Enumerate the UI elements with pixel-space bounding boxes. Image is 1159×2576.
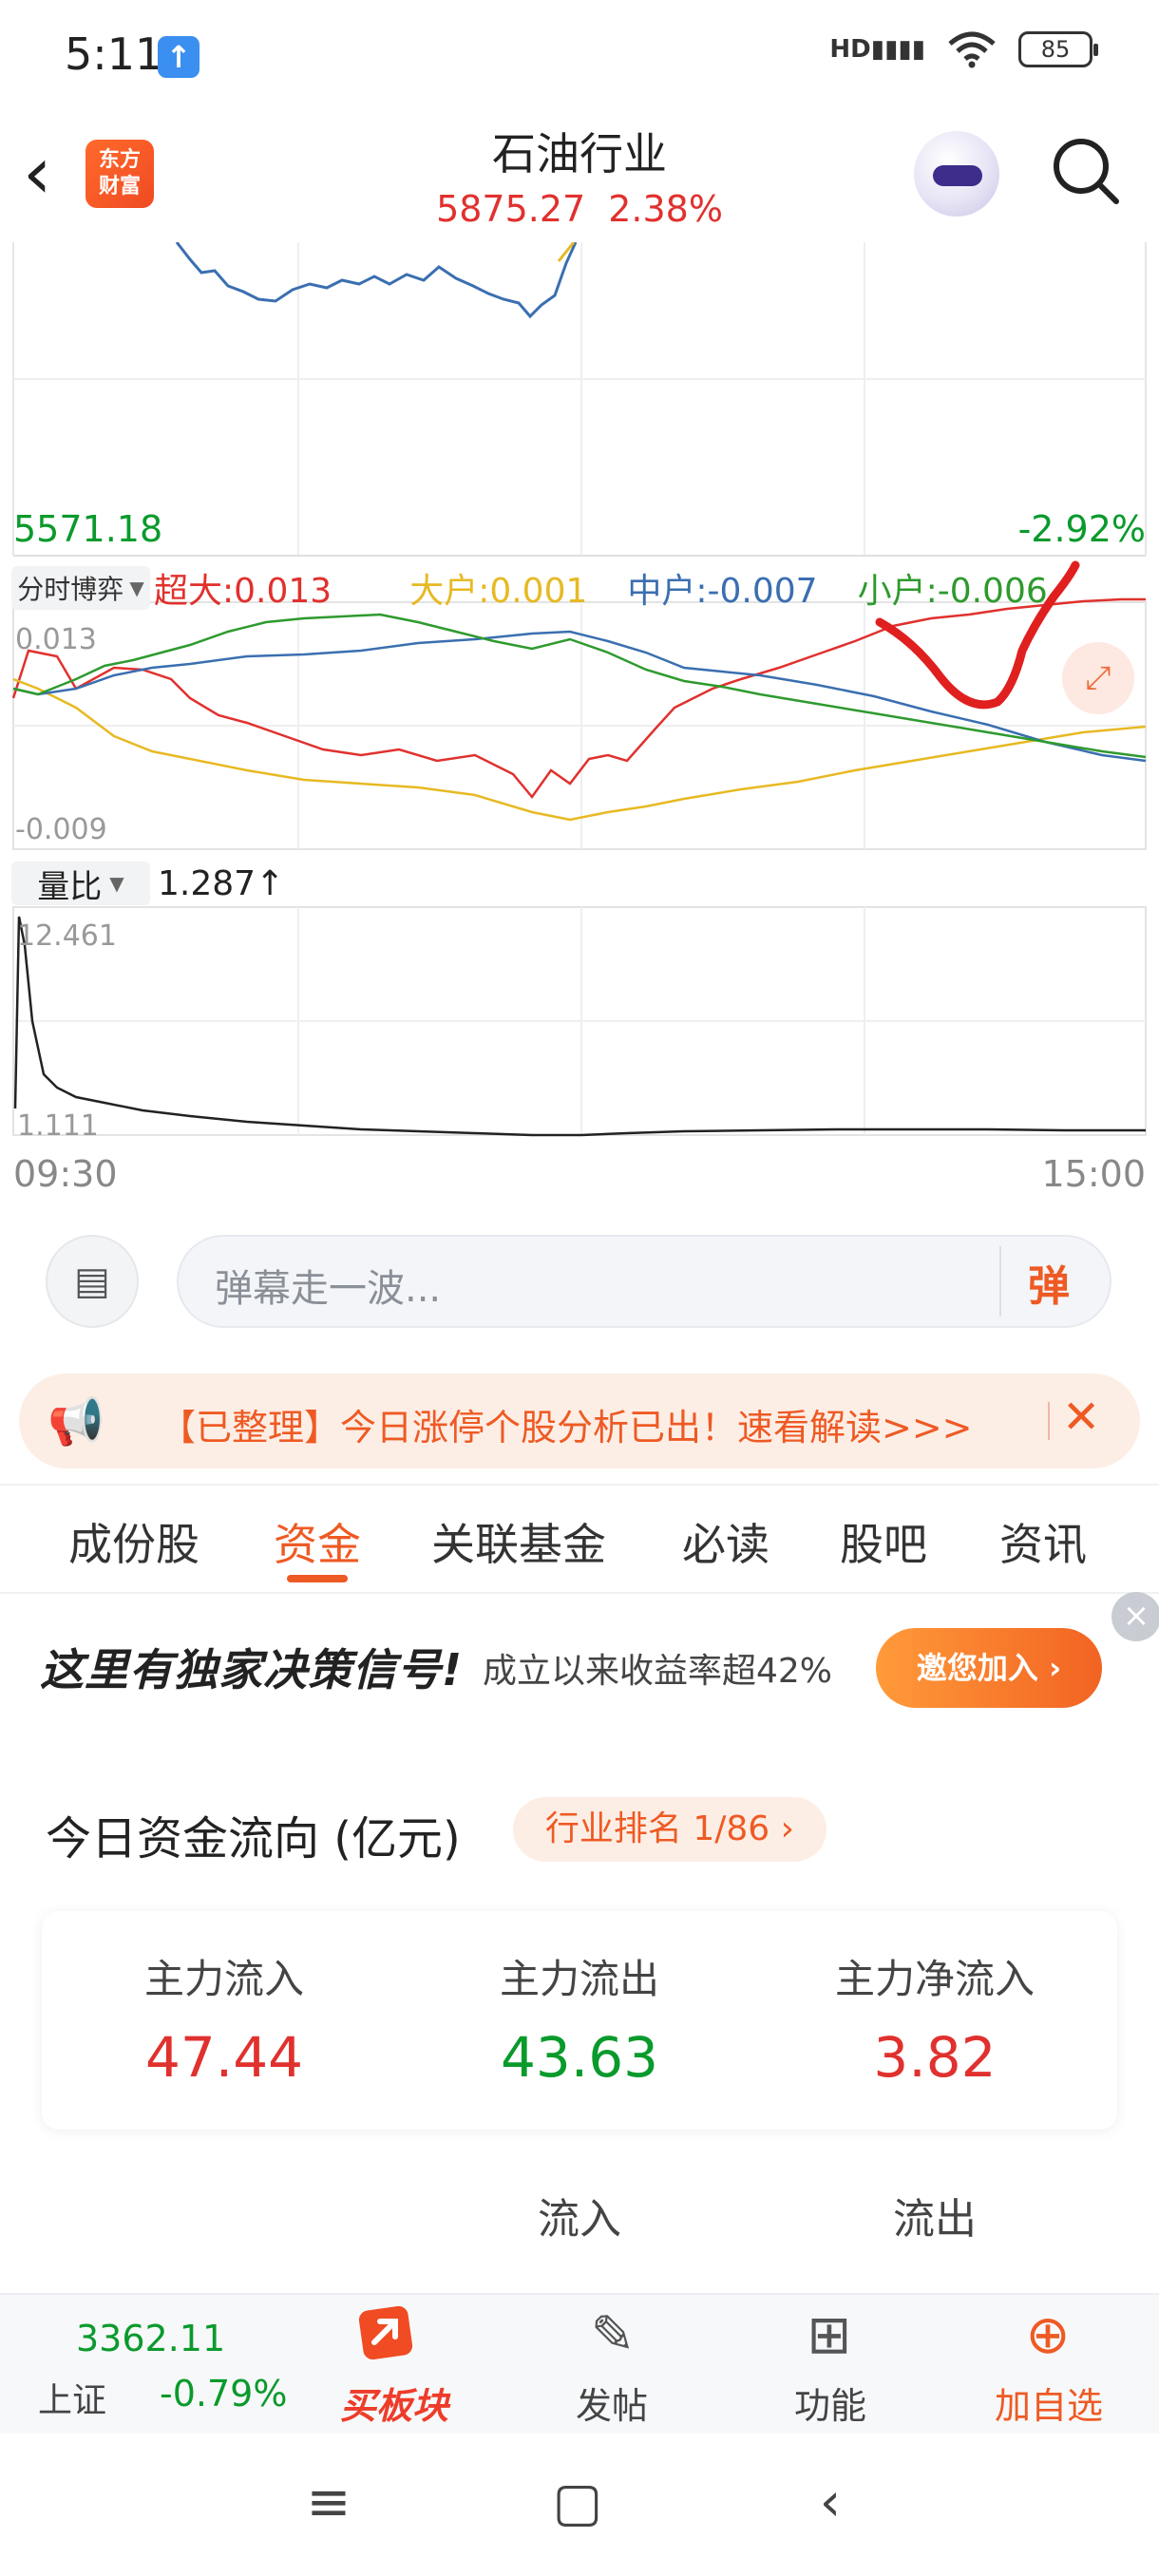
fund-axis-min: -0.009 (15, 813, 107, 846)
fund-mode-select[interactable]: 分时博弈 ▼ (11, 566, 150, 610)
wifi-icon (948, 31, 996, 68)
dropdown-arrow-icon: ▼ (129, 577, 144, 599)
main-inflow-value: 47.44 (144, 2025, 304, 2090)
volume-mode-select[interactable]: 量比 ▼ (11, 862, 150, 906)
capital-flow-card (42, 1911, 1117, 2130)
section-title: 今日资金流向 (亿元) (46, 1812, 461, 1866)
danmu-settings-icon[interactable]: ▤ (46, 1235, 139, 1328)
apps-grid-icon[interactable]: ⊞ (796, 2302, 863, 2369)
home-icon[interactable]: ▢ (540, 2470, 616, 2536)
volume-axis-min: 1.111 (17, 1109, 99, 1143)
up-arrow-icon: ↑ (256, 863, 285, 903)
legend-small: 小户:-0.006 (857, 572, 1048, 611)
small-series-line (12, 613, 1147, 759)
status-time: 5:11 (65, 28, 163, 80)
fund-legend: 分时博弈 ▼ 超大:0.013 大户:0.001 中户:-0.007 小户:-0… (11, 564, 1151, 612)
tab-forum[interactable]: 股吧 (840, 1510, 927, 1573)
ad-subtitle: 成立以来收益率超42% (483, 1652, 833, 1691)
index-name[interactable]: 上证 (38, 2373, 106, 2422)
index-value[interactable]: 3362.11 (76, 2318, 225, 2359)
legend-super: 超大:0.013 (154, 572, 332, 611)
inflow-column-header: 流入 (538, 2195, 621, 2244)
price-chart (12, 242, 1147, 557)
tab-capital[interactable]: 资金 (274, 1510, 361, 1573)
upload-notification-icon: ↑ (158, 36, 200, 78)
buy-sector-icon[interactable] (352, 2302, 422, 2369)
notice-text[interactable]: 【已整理】今日涨停个股分析已出！速看解读>>> (160, 1398, 973, 1450)
super-series-line (11, 597, 1146, 800)
fund-axis-max: 0.013 (15, 623, 97, 656)
main-inflow-label: 主力流入 (143, 1956, 304, 2002)
tab-related-funds[interactable]: 关联基金 (431, 1510, 606, 1573)
main-net-inflow-value: 3.82 (873, 2025, 997, 2090)
post-label[interactable]: 发帖 (536, 2377, 688, 2429)
expand-icon[interactable]: ⤢ (1062, 642, 1134, 714)
dropdown-arrow-icon: ▼ (109, 872, 124, 895)
hd-signal-icon: HD▮▮▮▮ (829, 35, 925, 64)
ad-join-button[interactable]: 邀您加入 › (876, 1628, 1102, 1708)
add-watchlist-label[interactable]: 加自选 (973, 2377, 1125, 2429)
price-line (175, 242, 578, 319)
add-circle-icon[interactable]: ⊕ (1015, 2302, 1081, 2369)
robot-assistant-avatar[interactable] (914, 131, 999, 217)
legend-big: 大户:0.001 (409, 572, 588, 611)
close-icon[interactable]: ✕ (1062, 1391, 1100, 1444)
percent-axis-low: -2.92% (1017, 508, 1146, 550)
active-tab-indicator (287, 1575, 348, 1582)
ad-close-icon[interactable]: × (1112, 1592, 1159, 1641)
buy-sector-label[interactable]: 买板块 (323, 2377, 466, 2429)
change-percent: 2.38% (608, 188, 723, 230)
legend-mid: 中户:-0.007 (627, 572, 818, 611)
page-title: 石油行业 (492, 128, 667, 180)
price-axis-low: 5571.18 (13, 508, 163, 550)
price-line: 5875.27 2.38% (332, 188, 826, 230)
time-axis-start: 09:30 (13, 1153, 118, 1195)
index-change[interactable]: -0.79% (160, 2373, 287, 2415)
compose-icon[interactable]: ✎ (580, 2302, 646, 2369)
megaphone-icon: 📢 (48, 1395, 104, 1449)
brand-logo[interactable]: 东方 财富 (86, 140, 154, 208)
tab-must-read[interactable]: 必读 (682, 1510, 770, 1573)
industry-rank-badge[interactable]: 行业排名 1/86 › (513, 1797, 826, 1862)
divider (0, 1592, 1159, 1594)
danmu-placeholder: 弹幕走一波... (215, 1267, 442, 1311)
ad-title: 这里有独家决策信号! (40, 1644, 463, 1695)
main-outflow-label: 主力流出 (499, 1956, 659, 2002)
volume-legend: 量比 ▼ 1.287 ↑ (11, 861, 284, 906)
back-icon[interactable]: ‹ (23, 137, 70, 209)
menu-icon[interactable]: ≡ (291, 2470, 367, 2536)
volume-chart (12, 906, 1147, 1137)
main-net-inflow-label: 主力净流入 (834, 1956, 1035, 2002)
time-axis-end: 15:00 (1041, 1153, 1146, 1195)
battery-icon: 85 (1018, 31, 1098, 67)
danmu-send-button[interactable]: 弹 (1028, 1252, 1070, 1313)
volume-mode-label: 量比 (37, 867, 103, 906)
search-icon[interactable] (1050, 135, 1122, 207)
divider (0, 1484, 1159, 1486)
notice-divider (1048, 1402, 1050, 1440)
main-outflow-value: 43.63 (500, 2025, 659, 2090)
outflow-column-header: 流出 (893, 2195, 977, 2244)
tab-constituents[interactable]: 成份股 (68, 1510, 200, 1573)
tab-news[interactable]: 资讯 (999, 1510, 1087, 1573)
chart-area[interactable] (0, 242, 1159, 1192)
back-nav-icon[interactable]: ‹ (792, 2470, 868, 2536)
brand-logo-line1: 东方 (98, 148, 141, 172)
mid-series-line (12, 630, 1147, 763)
fund-mode-label: 分时博弈 (17, 574, 124, 605)
status-icons: HD▮▮▮▮ 85 (829, 30, 1098, 68)
volume-axis-max: 12.461 (17, 919, 117, 953)
current-price: 5875.27 (436, 188, 586, 230)
brand-logo-line2: 财富 (98, 175, 141, 199)
volume-ratio-value: 1.287 (158, 863, 256, 903)
danmu-divider (999, 1246, 1001, 1316)
status-bar: 5:11 ↑ HD▮▮▮▮ 85 (0, 0, 1159, 109)
functions-label[interactable]: 功能 (754, 2377, 906, 2429)
hd-label: HD (829, 35, 871, 64)
